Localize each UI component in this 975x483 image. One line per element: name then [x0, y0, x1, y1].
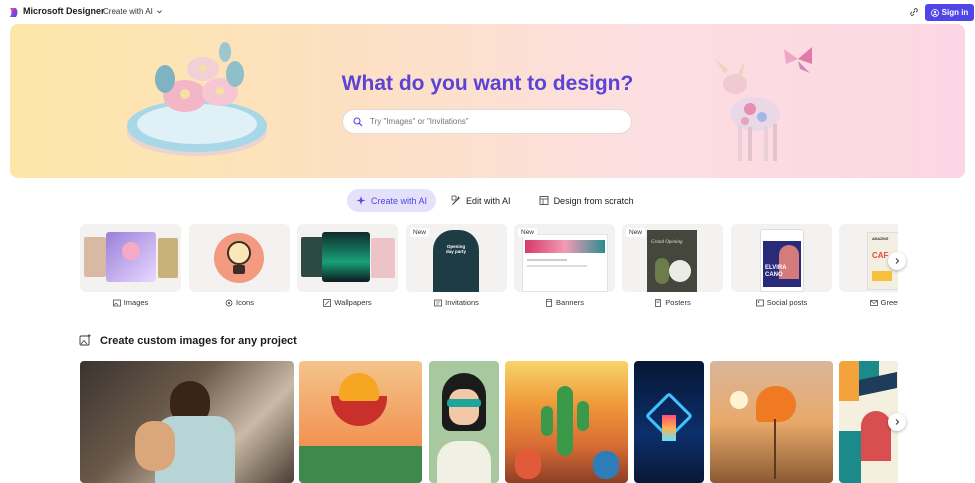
- sign-in-button[interactable]: Sign in: [925, 4, 974, 21]
- tab-label: Edit with AI: [466, 195, 511, 206]
- deer-butterfly-illustration: [715, 47, 812, 161]
- category-label: Banners: [514, 298, 615, 307]
- mode-tabs: Create with AI Edit with AI Design from …: [347, 189, 643, 212]
- gallery-image-poppy-sunset[interactable]: [710, 361, 833, 483]
- new-badge: New: [410, 228, 430, 237]
- images-thumbnail: [80, 224, 181, 292]
- poster-icon: [655, 298, 662, 307]
- chevron-right-icon: [895, 419, 900, 425]
- tab-edit-with-ai[interactable]: Edit with AI: [442, 189, 520, 212]
- icon-icon: [225, 299, 233, 306]
- gallery-image-bbq-grill[interactable]: [299, 361, 422, 483]
- social-posts-thumbnail: ELVIRA CANO: [731, 224, 832, 292]
- magic-wand-icon: [451, 195, 461, 205]
- category-banners[interactable]: New Banners: [514, 224, 615, 314]
- tab-label: Create with AI: [371, 195, 428, 206]
- search-icon: [353, 116, 363, 126]
- category-label: Posters: [622, 298, 723, 307]
- image-sparkle-icon: [79, 333, 92, 346]
- invitation-title: Opening day party: [445, 244, 466, 254]
- tab-design-from-scratch[interactable]: Design from scratch: [530, 189, 643, 212]
- category-carousel: Images Icons Wallpapers Opening day part: [80, 224, 898, 314]
- search-input[interactable]: [370, 117, 610, 126]
- category-label: Greeting: [839, 298, 898, 307]
- poster-title: Grand Opening: [651, 240, 683, 245]
- sign-in-label: Sign in: [941, 8, 969, 17]
- category-images[interactable]: Images: [80, 224, 181, 314]
- category-label: Images: [80, 298, 181, 307]
- category-posters[interactable]: Grand Opening New Posters: [622, 224, 723, 314]
- top-bar: Microsoft Designer Create with AI Sign i…: [0, 0, 975, 25]
- category-label: Social posts: [731, 298, 832, 307]
- link-icon[interactable]: [909, 7, 919, 17]
- category-label: Invitations: [406, 298, 507, 307]
- social-post-name-1: ELVIRA: [765, 265, 787, 271]
- category-next-button[interactable]: [888, 252, 906, 270]
- category-label: Icons: [189, 298, 290, 307]
- gallery-image-woman-glasses[interactable]: [429, 361, 499, 483]
- create-with-ai-menu[interactable]: Create with AI: [103, 7, 163, 16]
- brand-name[interactable]: Microsoft Designer: [23, 6, 105, 16]
- gallery-image-mother-reading[interactable]: [80, 361, 294, 483]
- category-label: Wallpapers: [297, 298, 398, 307]
- invitations-thumbnail: Opening day party New: [406, 224, 507, 292]
- section-title: Create custom images for any project: [100, 335, 297, 347]
- chevron-down-icon: [156, 10, 162, 14]
- flower-platform-illustration: [127, 42, 267, 156]
- greeting-icon: [869, 299, 878, 306]
- new-badge: New: [626, 228, 646, 237]
- category-greeting[interactable]: AMAZING CAF Greeting: [839, 224, 898, 314]
- user-circle-icon: [930, 8, 939, 17]
- social-post-icon: [755, 299, 764, 306]
- gallery-image-neon-house[interactable]: [634, 361, 704, 483]
- wallpaper-icon: [323, 298, 332, 307]
- posters-thumbnail: Grand Opening New: [622, 224, 723, 292]
- image-gallery: [80, 361, 898, 483]
- banner-icon: [546, 298, 552, 307]
- gallery-image-cactus[interactable]: [505, 361, 628, 483]
- sparkle-icon: [356, 196, 366, 205]
- designer-logo-icon: [10, 8, 18, 17]
- category-invitations[interactable]: Opening day party New Invitations: [406, 224, 507, 314]
- category-icons[interactable]: Icons: [189, 224, 290, 314]
- wallpapers-thumbnail: [297, 224, 398, 292]
- image-icon: [112, 299, 121, 306]
- greeting-text-2: AMAZING: [872, 237, 889, 241]
- icons-thumbnail: [189, 224, 290, 292]
- greeting-text-1: CAF: [872, 251, 889, 260]
- chevron-right-icon: [895, 258, 900, 264]
- hero-banner: What do you want to design?: [10, 24, 965, 178]
- gallery-next-button[interactable]: [888, 413, 906, 431]
- create-menu-label: Create with AI: [103, 7, 153, 16]
- new-badge: New: [518, 228, 538, 237]
- category-social-posts[interactable]: ELVIRA CANO Social posts: [731, 224, 832, 314]
- tab-create-with-ai[interactable]: Create with AI: [347, 189, 437, 212]
- social-post-name-2: CANO: [765, 272, 783, 278]
- tab-label: Design from scratch: [553, 195, 634, 206]
- invitation-icon: [434, 299, 442, 306]
- design-search-bar[interactable]: [342, 109, 632, 134]
- category-wallpapers[interactable]: Wallpapers: [297, 224, 398, 314]
- design-canvas-icon: [539, 196, 548, 205]
- banners-thumbnail: New: [514, 224, 615, 292]
